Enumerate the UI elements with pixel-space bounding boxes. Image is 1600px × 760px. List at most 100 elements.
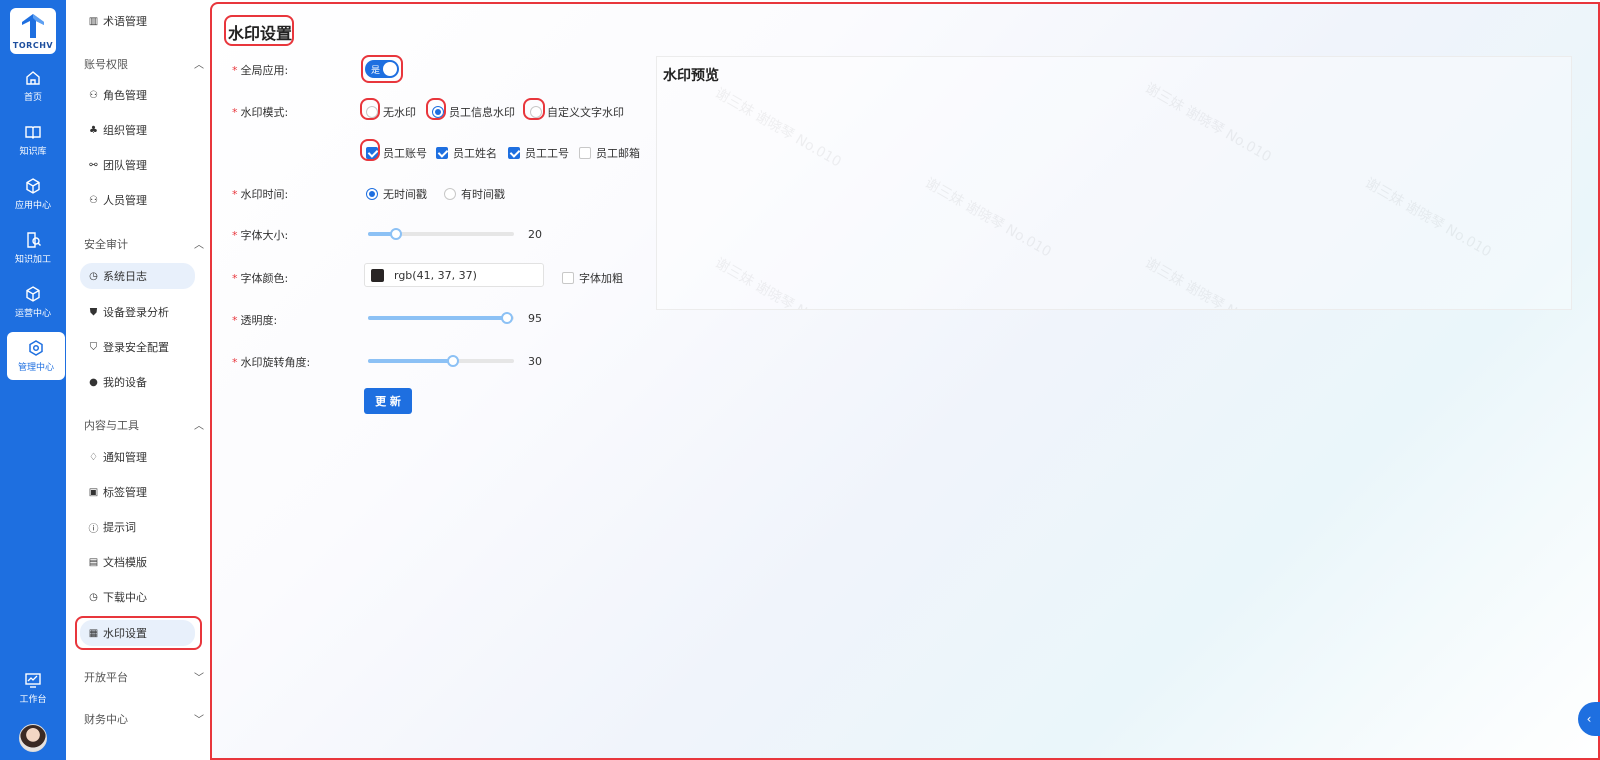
gear-icon <box>29 340 43 356</box>
menu-group-title: 安全审计 <box>84 238 128 251</box>
watermark-text: 谢三妹 谢晓琴 No.010 <box>1362 175 1494 261</box>
opacity-value: 95 <box>528 312 542 325</box>
update-button[interactable]: 更 新 <box>364 388 412 414</box>
menu-item-device-login-analysis[interactable]: ⛊ 设备登录分析 <box>80 299 195 325</box>
checkbox-employee-name[interactable]: 员工姓名 <box>436 145 497 161</box>
radio-no-watermark[interactable]: 无水印 <box>366 104 416 120</box>
menu-item-prompts[interactable]: ⓘ 提示词 <box>80 514 195 540</box>
book-icon <box>25 126 41 139</box>
label-font-size: * 字体大小: <box>232 229 289 242</box>
menu-item-label: 水印设置 <box>103 627 147 640</box>
menu-item-my-devices[interactable]: ● 我的设备 <box>80 369 195 395</box>
menu-item-login-security[interactable]: ⛉ 登录安全配置 <box>80 334 195 360</box>
switch-knob <box>383 62 397 76</box>
slider-thumb[interactable] <box>389 228 402 240</box>
menu-item-label: 组织管理 <box>103 124 147 137</box>
checkbox-employee-id[interactable]: 员工工号 <box>508 145 569 161</box>
user-icon: ⚇ <box>89 89 98 101</box>
menu-item-label: 通知管理 <box>103 451 147 464</box>
global-apply-switch[interactable]: 是 <box>365 60 399 78</box>
menu-item-doc-templates[interactable]: ▤ 文档模版 <box>80 549 195 575</box>
chevron-up-icon: ︿ <box>194 421 204 432</box>
slider-thumb[interactable] <box>446 355 459 367</box>
menu-group-title: 财务中心 <box>84 713 128 726</box>
chevron-down-icon: ﹀ <box>194 673 204 684</box>
checkbox-label: 员工姓名 <box>453 147 497 160</box>
checkbox-font-bold[interactable]: 字体加粗 <box>562 270 623 286</box>
menu-group-title: 开放平台 <box>84 671 128 684</box>
person-icon: ● <box>89 376 98 388</box>
rail-item-home[interactable]: 首页 <box>0 62 66 110</box>
menu-item-watermark-settings[interactable]: ▦ 水印设置 <box>80 620 195 646</box>
label-global-apply: * 全局应用: <box>232 64 289 77</box>
font-size-slider[interactable] <box>368 228 514 240</box>
app-rail: TORCHV 首页 知识库 应用中心 知识加工 运营中心 管理中心 工作台 <box>0 0 66 760</box>
user-icon: ⚇ <box>89 194 98 206</box>
doc-search-icon <box>27 232 41 248</box>
menu-item-downloads[interactable]: ◷ 下载中心 <box>80 584 195 610</box>
radio-label: 员工信息水印 <box>449 106 515 119</box>
checkbox-label: 员工邮箱 <box>596 147 640 160</box>
shield-icon: ⛊ <box>89 306 98 318</box>
switch-label: 是 <box>371 65 381 76</box>
template-icon: ▤ <box>88 556 99 568</box>
menu-item-people[interactable]: ⚇ 人员管理 <box>80 187 195 213</box>
tag-box-icon: ▣ <box>88 486 99 498</box>
radio-button <box>432 106 444 118</box>
rail-item-label: 管理中心 <box>17 363 54 373</box>
torchv-logo[interactable]: TORCHV <box>10 8 56 54</box>
watermark-text: 谢三妹 谢晓琴 No.010 <box>712 85 844 171</box>
menu-item-teams[interactable]: ⚯ 团队管理 <box>80 152 195 178</box>
label-opacity: * 透明度: <box>232 314 278 327</box>
rail-item-knowledge-base[interactable]: 知识库 <box>0 116 66 164</box>
menu-item-system-log[interactable]: ◷ 系统日志 <box>80 263 195 289</box>
shield-check-icon: ⛉ <box>89 341 98 353</box>
rail-item-label: 知识加工 <box>14 255 51 265</box>
torch-logo-icon <box>22 14 44 38</box>
radio-with-timestamp[interactable]: 有时间戳 <box>444 186 505 202</box>
radio-label: 无水印 <box>383 106 416 119</box>
rotation-slider[interactable] <box>368 355 514 367</box>
rail-item-workbench[interactable]: 工作台 <box>0 664 66 712</box>
menu-item-label: 系统日志 <box>103 270 147 283</box>
checkbox-employee-email[interactable]: 员工邮箱 <box>579 145 640 161</box>
cube-icon <box>26 286 40 302</box>
menu-item-organization[interactable]: ♣ 组织管理 <box>80 117 195 143</box>
menu-item-label: 角色管理 <box>103 89 147 102</box>
secondary-menu: ▥ 术语管理 账号权限 ︿ ⚇ 角色管理 ♣ 组织管理 ⚯ 团队管理 ⚇ 人员管… <box>66 0 206 760</box>
user-avatar[interactable] <box>19 724 47 752</box>
menu-item-terms[interactable]: ▥ 术语管理 <box>80 8 195 34</box>
watermark-text: 谢三妹 谢晓琴 No.010 <box>1142 255 1274 310</box>
radio-no-timestamp[interactable]: 无时间戳 <box>366 186 427 202</box>
menu-item-tags[interactable]: ▣ 标签管理 <box>80 479 195 505</box>
main-panel: 水印设置 * 全局应用: 是 * 水印模式: 无水印 员工信息水印 自定义文字水印 … <box>210 2 1600 760</box>
font-size-value: 20 <box>528 228 542 241</box>
slider-fill <box>368 316 507 320</box>
rail-item-operations-center[interactable]: 运营中心 <box>0 278 66 326</box>
bell-icon: ♢ <box>89 451 98 463</box>
preview-title: 水印预览 <box>663 68 719 84</box>
menu-item-label: 设备登录分析 <box>103 306 169 319</box>
menu-item-label: 术语管理 <box>103 15 147 28</box>
slider-fill <box>368 359 453 363</box>
menu-item-notifications[interactable]: ♢ 通知管理 <box>80 444 195 470</box>
radio-label: 有时间戳 <box>461 188 505 201</box>
radio-employee-info-watermark[interactable]: 员工信息水印 <box>432 104 515 120</box>
rail-item-label: 应用中心 <box>14 201 51 211</box>
menu-item-label: 提示词 <box>103 521 136 534</box>
menu-item-roles[interactable]: ⚇ 角色管理 <box>80 82 195 108</box>
checkbox <box>579 147 591 159</box>
slider-thumb[interactable] <box>500 312 513 324</box>
watermark-icon: ▦ <box>88 627 99 639</box>
rail-item-knowledge-processing[interactable]: 知识加工 <box>0 224 66 272</box>
info-icon: ⓘ <box>88 523 99 535</box>
rail-item-app-center[interactable]: 应用中心 <box>0 170 66 218</box>
font-color-picker[interactable]: rgb(41, 37, 37) <box>364 263 544 287</box>
opacity-slider[interactable] <box>368 312 514 324</box>
menu-item-label: 文档模版 <box>103 556 147 569</box>
radio-custom-text-watermark[interactable]: 自定义文字水印 <box>530 104 624 120</box>
rail-item-management-center[interactable]: 管理中心 <box>7 332 65 380</box>
home-icon <box>26 71 40 85</box>
checkbox-employee-account[interactable]: 员工账号 <box>366 145 427 161</box>
chevron-up-icon: ︿ <box>194 240 204 251</box>
